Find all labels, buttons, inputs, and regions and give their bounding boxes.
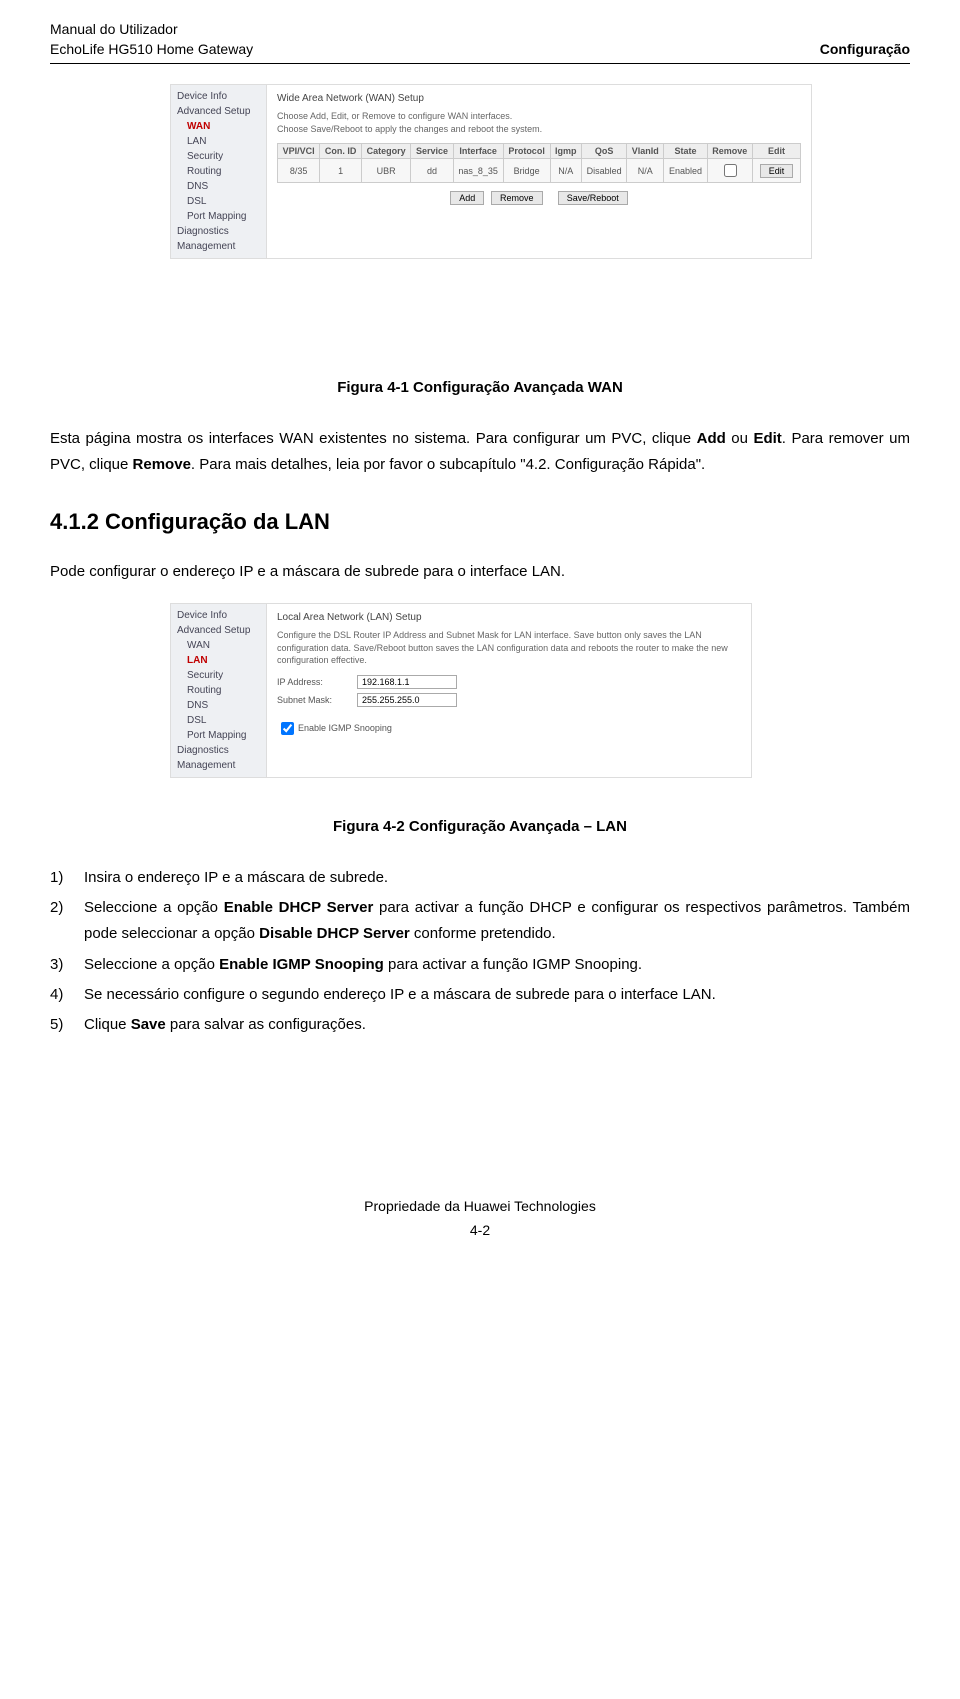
step-5: Clique Save para salvar as configurações… (50, 1012, 910, 1038)
page-header: Manual do Utilizador EchoLife HG510 Home… (50, 20, 910, 59)
sidebar-item-dsl[interactable]: DSL (171, 194, 266, 209)
paragraph-lan-intro: Pode configurar o endereço IP e a máscar… (50, 559, 910, 585)
igmp-snooping-checkbox[interactable] (281, 722, 294, 735)
router-sidebar: Device Info Advanced Setup WAN LAN Secur… (171, 85, 267, 258)
table-row: 8/35 1 UBR dd nas_8_35 Bridge N/A Disabl… (278, 159, 801, 183)
heading-4-1-2: 4.1.2 Configuração da LAN (50, 509, 910, 535)
add-button[interactable]: Add (450, 191, 484, 205)
lan-setup-title: Local Area Network (LAN) Setup (277, 612, 741, 623)
sidebar-item-diagnostics[interactable]: Diagnostics (171, 743, 266, 758)
th-protocol: Protocol (503, 144, 550, 159)
sidebar-item-advanced-setup[interactable]: Advanced Setup (171, 104, 266, 119)
wan-setup-title: Wide Area Network (WAN) Setup (277, 93, 801, 104)
steps-list: Insira o endereço IP e a máscara de subr… (50, 865, 910, 1039)
sidebar-item-management[interactable]: Management (171, 758, 266, 773)
th-vpivci: VPI/VCI (278, 144, 320, 159)
sidebar-item-lan[interactable]: LAN (171, 134, 266, 149)
footer-copyright: Propriedade da Huawei Technologies (50, 1198, 910, 1214)
sidebar-item-security[interactable]: Security (171, 668, 266, 683)
ip-address-label: IP Address: (277, 677, 357, 687)
page-number: 4-2 (50, 1222, 910, 1238)
save-reboot-button[interactable]: Save/Reboot (558, 191, 628, 205)
sidebar-item-diagnostics[interactable]: Diagnostics (171, 224, 266, 239)
sidebar-item-port-mapping[interactable]: Port Mapping (171, 209, 266, 224)
header-title-2: EchoLife HG510 Home Gateway (50, 40, 253, 60)
sidebar-item-device-info[interactable]: Device Info (171, 89, 266, 104)
sidebar-item-wan[interactable]: WAN (171, 119, 266, 134)
remove-button[interactable]: Remove (491, 191, 543, 205)
sidebar-item-dsl[interactable]: DSL (171, 713, 266, 728)
th-conid: Con. ID (320, 144, 362, 159)
figure-4-2-screenshot: Device Info Advanced Setup WAN LAN Secur… (170, 603, 810, 778)
step-3: Seleccione a opção Enable IGMP Snooping … (50, 952, 910, 978)
wan-table: VPI/VCI Con. ID Category Service Interfa… (277, 143, 801, 183)
th-remove: Remove (707, 144, 752, 159)
figure-4-2-caption: Figura 4-2 Configuração Avançada – LAN (50, 818, 910, 835)
igmp-snooping-label: Enable IGMP Snooping (298, 723, 392, 733)
step-2: Seleccione a opção Enable DHCP Server pa… (50, 895, 910, 948)
figure-4-1-screenshot: Device Info Advanced Setup WAN LAN Secur… (170, 84, 810, 259)
remove-checkbox[interactable] (724, 164, 737, 177)
page-footer: Propriedade da Huawei Technologies 4-2 (50, 1198, 910, 1238)
header-title-1: Manual do Utilizador (50, 20, 253, 40)
router-sidebar-2: Device Info Advanced Setup WAN LAN Secur… (171, 604, 267, 777)
th-vlanid: VlanId (627, 144, 664, 159)
sidebar-item-dns[interactable]: DNS (171, 698, 266, 713)
th-service: Service (411, 144, 453, 159)
step-4: Se necessário configure o segundo endere… (50, 982, 910, 1008)
subnet-mask-label: Subnet Mask: (277, 695, 357, 705)
sidebar-item-routing[interactable]: Routing (171, 683, 266, 698)
sidebar-item-management[interactable]: Management (171, 239, 266, 254)
th-category: Category (361, 144, 410, 159)
th-interface: Interface (453, 144, 503, 159)
th-igmp: Igmp (550, 144, 581, 159)
header-divider (50, 63, 910, 64)
step-1: Insira o endereço IP e a máscara de subr… (50, 865, 910, 891)
sidebar-item-advanced-setup[interactable]: Advanced Setup (171, 623, 266, 638)
figure-4-1-caption: Figura 4-1 Configuração Avançada WAN (50, 379, 910, 396)
sidebar-item-lan[interactable]: LAN (171, 653, 266, 668)
paragraph-wan-description: Esta página mostra os interfaces WAN exi… (50, 426, 910, 479)
edit-row-button[interactable]: Edit (760, 164, 794, 178)
sidebar-item-dns[interactable]: DNS (171, 179, 266, 194)
th-state: State (664, 144, 707, 159)
sidebar-item-security[interactable]: Security (171, 149, 266, 164)
wan-setup-desc: Choose Add, Edit, or Remove to configure… (277, 110, 801, 135)
ip-address-input[interactable] (357, 675, 457, 689)
th-edit: Edit (752, 144, 800, 159)
header-section: Configuração (820, 40, 910, 60)
th-qos: QoS (581, 144, 626, 159)
sidebar-item-routing[interactable]: Routing (171, 164, 266, 179)
lan-setup-desc: Configure the DSL Router IP Address and … (277, 629, 741, 667)
sidebar-item-wan[interactable]: WAN (171, 638, 266, 653)
sidebar-item-port-mapping[interactable]: Port Mapping (171, 728, 266, 743)
subnet-mask-input[interactable] (357, 693, 457, 707)
sidebar-item-device-info[interactable]: Device Info (171, 608, 266, 623)
